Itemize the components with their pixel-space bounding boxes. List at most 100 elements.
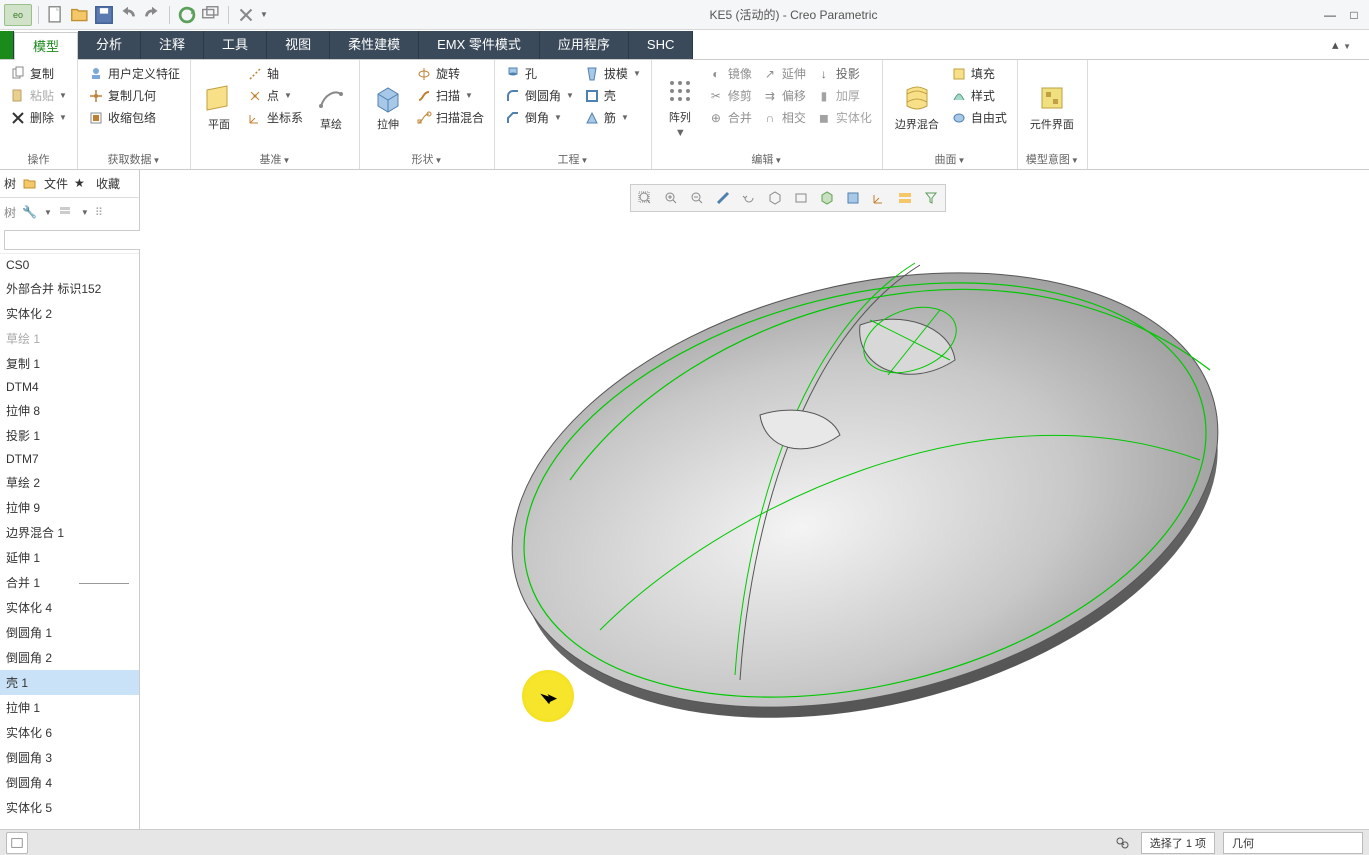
- qat-customize[interactable]: ▼: [260, 10, 268, 19]
- round-button[interactable]: 倒圆角▼: [503, 86, 576, 105]
- tab-file[interactable]: [0, 31, 14, 59]
- boundary-button[interactable]: 边界混合: [891, 64, 943, 149]
- tab-shc[interactable]: SHC: [629, 31, 693, 59]
- paste-button[interactable]: 粘贴▼: [8, 86, 69, 105]
- revolve-button[interactable]: 旋转: [414, 64, 486, 83]
- spin-icon[interactable]: [737, 187, 761, 209]
- ribbon-collapse[interactable]: ▴ ▼: [1314, 31, 1369, 59]
- status-console-icon[interactable]: [6, 832, 28, 854]
- csys-button[interactable]: 坐标系: [245, 108, 305, 127]
- thicken-button[interactable]: ▮加厚: [814, 86, 874, 105]
- merge-button[interactable]: ⊕合并: [706, 108, 754, 127]
- chamfer-button[interactable]: 倒角▼: [503, 108, 576, 127]
- tree-item[interactable]: 实体化 6: [0, 720, 139, 745]
- tab-model[interactable]: 模型: [14, 32, 78, 60]
- redo-icon[interactable]: [141, 4, 163, 26]
- tab-annotate[interactable]: 注释: [141, 31, 204, 59]
- style-button[interactable]: 样式: [949, 86, 1009, 105]
- pattern-button[interactable]: 阵列▼: [660, 64, 700, 149]
- tree-item[interactable]: 实体化 5: [0, 795, 139, 820]
- tree-item[interactable]: 拉伸 8: [0, 398, 139, 423]
- new-icon[interactable]: [45, 4, 67, 26]
- tree-settings-icon[interactable]: ⠿: [95, 206, 103, 219]
- undo-icon[interactable]: [117, 4, 139, 26]
- plane-button[interactable]: 平面: [199, 64, 239, 149]
- tree-item[interactable]: 草绘 1: [0, 326, 139, 351]
- tab-flex[interactable]: 柔性建模: [330, 31, 419, 59]
- offset-button[interactable]: ⇉偏移: [760, 86, 808, 105]
- tree-item[interactable]: 拉伸 9: [0, 495, 139, 520]
- maximize-button[interactable]: □: [1343, 4, 1365, 26]
- axis-button[interactable]: 轴: [245, 64, 305, 83]
- tree-item[interactable]: 倒圆角 1: [0, 620, 139, 645]
- display-style-icon[interactable]: [763, 187, 787, 209]
- freeform-button[interactable]: 自由式: [949, 108, 1009, 127]
- tree-item[interactable]: 拉伸 1: [0, 695, 139, 720]
- udf-button[interactable]: 用户定义特征: [86, 64, 182, 83]
- shrinkwrap-button[interactable]: 收缩包络: [86, 108, 182, 127]
- mirror-button[interactable]: ◐镜像: [706, 64, 754, 83]
- tree-item[interactable]: 倒圆角 3: [0, 745, 139, 770]
- point-button[interactable]: 点▼: [245, 86, 305, 105]
- minimize-button[interactable]: —: [1319, 4, 1341, 26]
- rib-button[interactable]: 筋▼: [582, 108, 643, 127]
- tree-filter-input[interactable]: [4, 230, 156, 250]
- tree-item[interactable]: 实体化 2: [0, 301, 139, 326]
- tab-view[interactable]: 视图: [267, 31, 330, 59]
- repaint-icon[interactable]: [711, 187, 735, 209]
- tree-item[interactable]: 合并 1: [0, 570, 139, 595]
- model-tree[interactable]: CS0外部合并 标识152实体化 2草绘 1复制 1DTM4拉伸 8投影 1DT…: [0, 254, 139, 829]
- tree-item[interactable]: 延伸 1: [0, 545, 139, 570]
- draft-button[interactable]: 拔模▼: [582, 64, 643, 83]
- tree-item[interactable]: 倒圆角 2: [0, 645, 139, 670]
- project-button[interactable]: ↓投影: [814, 64, 874, 83]
- tree-show-menu[interactable]: ▼: [81, 208, 89, 217]
- fav-tab[interactable]: 收藏: [96, 175, 120, 192]
- tab-analysis[interactable]: 分析: [78, 31, 141, 59]
- graphics-canvas[interactable]: ➤: [140, 170, 1369, 829]
- tree-item[interactable]: 投影 1: [0, 423, 139, 448]
- regen-icon[interactable]: [176, 4, 198, 26]
- tree-item[interactable]: 外部合并 标识152: [0, 276, 139, 301]
- tree-tools-icon[interactable]: 🔧: [22, 205, 37, 219]
- sketch-button[interactable]: 草绘: [311, 64, 351, 149]
- annotation-display-icon[interactable]: [867, 187, 891, 209]
- zoom-in-icon[interactable]: [659, 187, 683, 209]
- layers-icon[interactable]: [893, 187, 917, 209]
- extrude-button[interactable]: 拉伸: [368, 64, 408, 149]
- saved-views-icon[interactable]: [789, 187, 813, 209]
- zoom-fit-icon[interactable]: [633, 187, 657, 209]
- app-menu[interactable]: eo: [4, 4, 32, 26]
- open-icon[interactable]: [69, 4, 91, 26]
- tab-apps[interactable]: 应用程序: [540, 31, 629, 59]
- delete-button[interactable]: 删除▼: [8, 108, 69, 127]
- fill-button[interactable]: 填充: [949, 64, 1009, 83]
- tree-tab[interactable]: 树: [4, 175, 16, 192]
- tree-item[interactable]: DTM4: [0, 376, 139, 398]
- zoom-out-icon[interactable]: [685, 187, 709, 209]
- solidify-button[interactable]: ◼实体化: [814, 108, 874, 127]
- tree-item[interactable]: 壳 1: [0, 670, 139, 695]
- datum-display-icon[interactable]: [841, 187, 865, 209]
- hole-button[interactable]: 孔: [503, 64, 576, 83]
- shell-button[interactable]: 壳: [582, 86, 643, 105]
- copy-button[interactable]: 复制: [8, 64, 69, 83]
- tree-item[interactable]: 实体化 4: [0, 595, 139, 620]
- save-icon[interactable]: [93, 4, 115, 26]
- perspective-icon[interactable]: [815, 187, 839, 209]
- trim-button[interactable]: ✂修剪: [706, 86, 754, 105]
- file-tab[interactable]: 文件: [44, 175, 68, 192]
- tree-tools-menu[interactable]: ▼: [44, 208, 52, 217]
- compinterface-button[interactable]: 元件界面: [1026, 64, 1078, 149]
- tree-item[interactable]: 草绘 2: [0, 470, 139, 495]
- tree-item[interactable]: CS0: [0, 254, 139, 276]
- extend-button[interactable]: ↗延伸: [760, 64, 808, 83]
- windows-icon[interactable]: [200, 4, 222, 26]
- sweepblend-button[interactable]: 扫描混合: [414, 108, 486, 127]
- copygeom-button[interactable]: 复制几何: [86, 86, 182, 105]
- folder-tab-icon[interactable]: [22, 176, 38, 192]
- find-icon[interactable]: [1111, 832, 1133, 854]
- tree-item[interactable]: 边界混合 1: [0, 520, 139, 545]
- intersect-button[interactable]: ∩相交: [760, 108, 808, 127]
- tree-item[interactable]: 复制 1: [0, 351, 139, 376]
